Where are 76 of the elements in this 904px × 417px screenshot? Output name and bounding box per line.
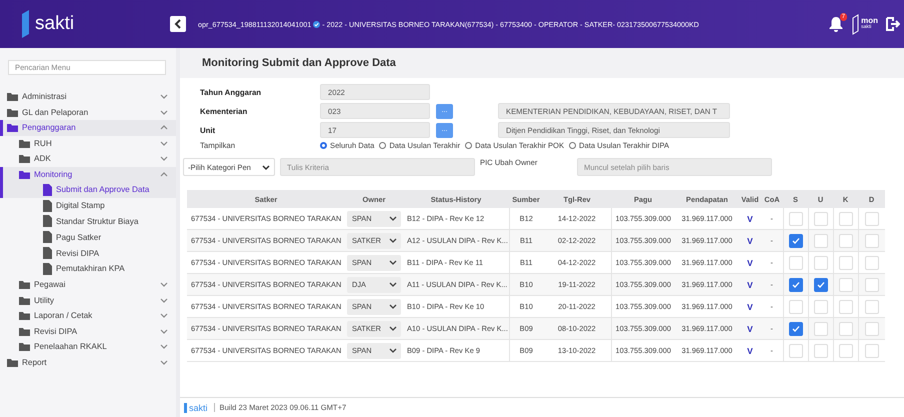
valid-mark: V	[747, 258, 753, 268]
file-icon	[43, 247, 52, 260]
checkbox[interactable]	[814, 278, 828, 292]
menu-link[interactable]: Standar Struktur Biaya	[0, 214, 176, 230]
valid-mark: V	[747, 302, 753, 312]
menu-group[interactable]: Penelaahan RKAKL	[0, 338, 176, 354]
valid-mark: V	[747, 324, 753, 334]
verified-icon	[313, 20, 320, 28]
folder-icon	[7, 123, 18, 132]
folder-icon	[19, 170, 30, 179]
file-icon	[43, 231, 52, 244]
checkbox[interactable]	[788, 234, 802, 248]
caret-icon	[389, 215, 397, 222]
checkbox[interactable]	[788, 278, 802, 292]
menu-group[interactable]: RUH	[0, 136, 176, 151]
app-logo: sakti	[35, 13, 74, 35]
folder-icon	[19, 311, 30, 320]
menu-group[interactable]: Report	[0, 354, 176, 370]
menu-group[interactable]: ADK	[0, 151, 176, 166]
check-icon	[792, 325, 800, 332]
menu-link[interactable]: Pemutakhiran KPA	[0, 260, 176, 277]
folder-icon	[19, 280, 30, 290]
menu-group[interactable]: Utility	[0, 292, 176, 308]
folder-icon	[19, 154, 30, 164]
check-icon	[792, 281, 800, 288]
file-icon	[43, 184, 52, 196]
check-icon	[792, 237, 800, 244]
menu-group[interactable]: Revisi DIPA	[0, 323, 176, 339]
file-icon	[43, 200, 52, 212]
valid-mark: V	[747, 236, 753, 246]
chevron-left-icon	[174, 19, 182, 29]
menu-group[interactable]: Monitoring	[0, 166, 176, 182]
caret-icon	[389, 347, 397, 354]
caret-icon	[389, 325, 397, 332]
file-icon	[43, 215, 52, 228]
radio-button[interactable]	[569, 142, 576, 149]
menu-link[interactable]: Submit dan Approve Data	[0, 182, 176, 198]
folder-icon	[19, 138, 30, 148]
file-icon	[43, 262, 52, 275]
brand-text: mon	[861, 17, 878, 24]
page-title: Monitoring Submit dan Approve Data	[180, 48, 904, 78]
menu-link[interactable]: Digital Stamp	[0, 198, 176, 214]
caret-icon	[262, 164, 270, 170]
radio-button[interactable]	[320, 142, 327, 149]
menu-group[interactable]: GL dan Pelaporan	[0, 104, 176, 120]
menu-group[interactable]: Laporan / Cetak	[0, 308, 176, 324]
bell-icon[interactable]	[829, 16, 844, 32]
logout-icon[interactable]	[886, 17, 900, 31]
menu-group[interactable]: Pegawai	[0, 276, 176, 292]
menu-link[interactable]: Revisi DIPA	[0, 245, 176, 261]
caret-icon	[389, 237, 397, 244]
folder-icon	[19, 342, 30, 352]
check-icon	[816, 281, 824, 288]
radio-button[interactable]	[379, 142, 386, 149]
footer-logo: sakti	[184, 402, 208, 412]
folder-icon	[19, 326, 30, 336]
menu-link[interactable]: Pagu Satker	[0, 229, 176, 246]
caret-icon	[389, 303, 397, 310]
checkbox[interactable]	[788, 322, 802, 336]
folder-icon	[7, 108, 18, 117]
folder-icon	[7, 358, 18, 367]
menu-group[interactable]: Penganggaran	[0, 120, 176, 136]
folder-icon	[7, 92, 18, 102]
valid-mark: V	[747, 280, 753, 290]
folder-icon	[19, 296, 30, 305]
valid-mark: V	[747, 346, 753, 356]
valid-mark: V	[747, 214, 753, 224]
logo-mark-icon	[20, 10, 30, 38]
chevron-up-icon	[160, 124, 168, 132]
chevron-up-icon	[160, 170, 168, 178]
caret-icon	[389, 259, 397, 266]
radio-button[interactable]	[465, 142, 472, 149]
caret-icon	[389, 281, 397, 288]
menu-group[interactable]: Administrasi	[0, 89, 176, 104]
collapse-sidebar-button[interactable]	[170, 16, 186, 32]
brand-mark-icon	[851, 14, 860, 34]
